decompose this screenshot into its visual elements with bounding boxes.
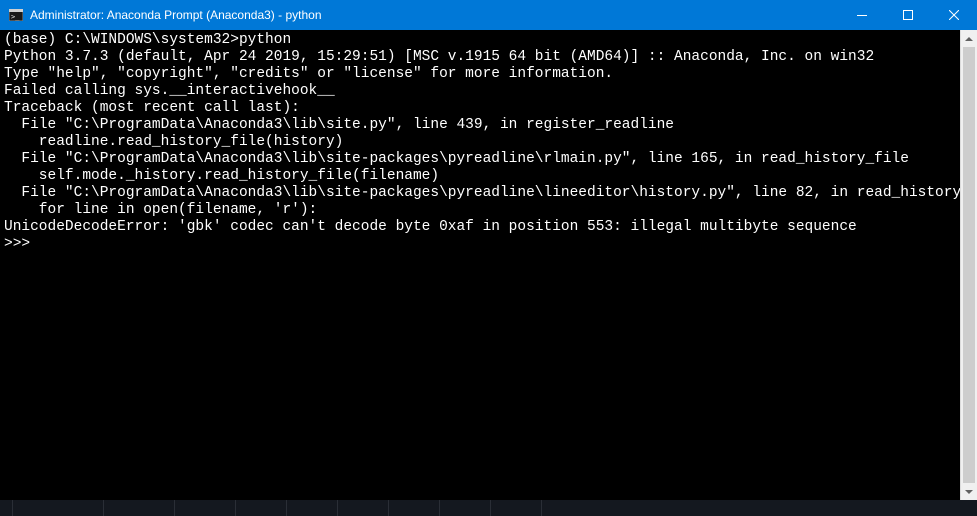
console-window: >_ Administrator: Anaconda Prompt (Anaco… [0, 0, 977, 500]
close-button[interactable] [931, 0, 977, 30]
scroll-down-button[interactable] [961, 483, 977, 500]
terminal-output[interactable]: (base) C:\WINDOWS\system32>python Python… [0, 30, 960, 500]
scroll-up-button[interactable] [961, 30, 977, 47]
vertical-scrollbar[interactable] [960, 30, 977, 500]
app-icon: >_ [8, 7, 24, 23]
titlebar[interactable]: >_ Administrator: Anaconda Prompt (Anaco… [0, 0, 977, 30]
maximize-button[interactable] [885, 0, 931, 30]
window-title: Administrator: Anaconda Prompt (Anaconda… [30, 8, 839, 22]
taskbar-strip [0, 500, 977, 516]
scroll-track[interactable] [961, 47, 977, 483]
window-controls [839, 0, 977, 30]
minimize-button[interactable] [839, 0, 885, 30]
scroll-thumb[interactable] [963, 47, 975, 483]
svg-text:>_: >_ [11, 13, 20, 21]
terminal-area: (base) C:\WINDOWS\system32>python Python… [0, 30, 977, 500]
